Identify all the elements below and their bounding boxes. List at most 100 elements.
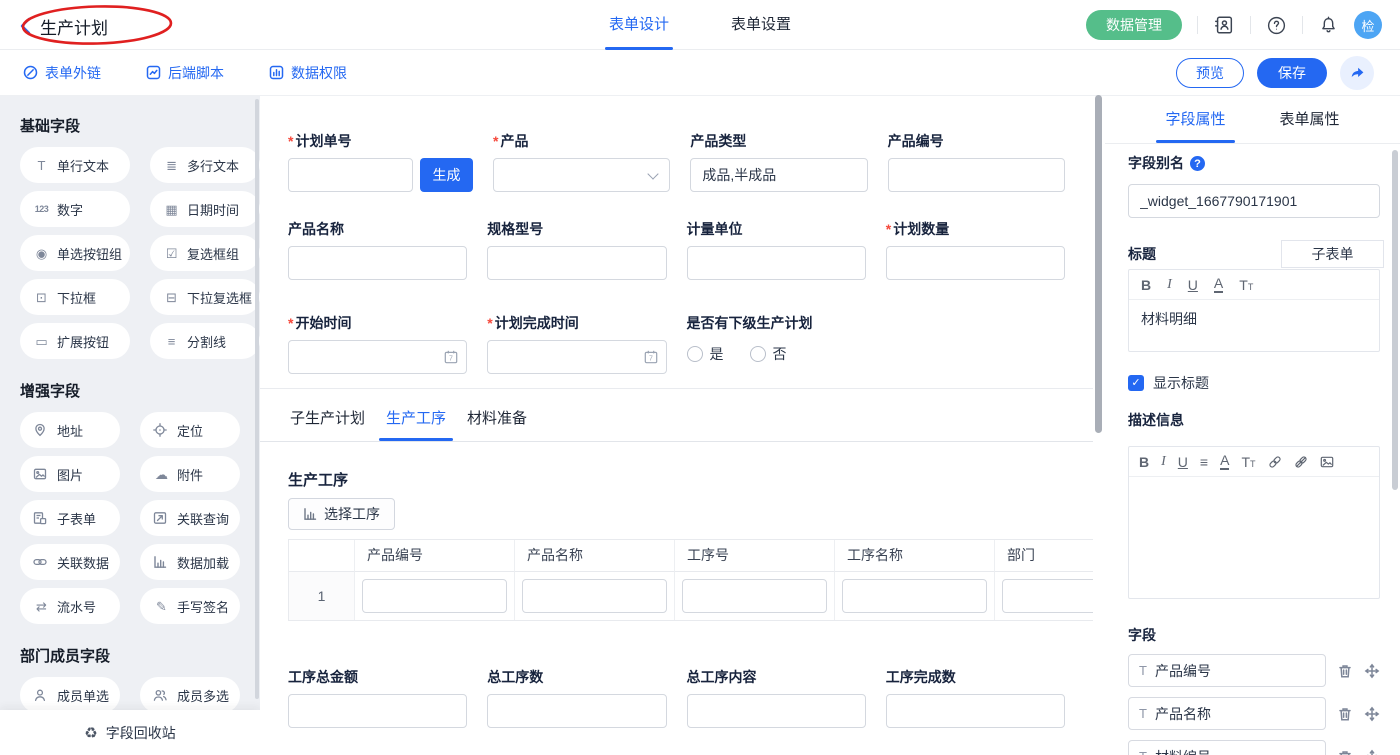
help-icon[interactable] — [1266, 15, 1287, 36]
external-link-button[interactable]: 表单外链 — [23, 63, 101, 83]
underline-button[interactable]: U — [1188, 278, 1198, 292]
data-manage-button[interactable]: 数据管理 — [1086, 10, 1182, 40]
field-type-attachment[interactable]: ☁附件 — [140, 456, 240, 492]
font-color-button[interactable]: A — [1220, 453, 1229, 470]
sidebar-scrollbar[interactable] — [255, 99, 259, 699]
total-process-content-input[interactable] — [687, 694, 866, 728]
field-total-process-content[interactable]: 总工序内容 — [687, 669, 866, 728]
address-book-icon[interactable] — [1213, 14, 1235, 36]
field-finish-time[interactable]: 计划完成时间 7 — [487, 315, 666, 374]
preview-button[interactable]: 预览 — [1176, 58, 1244, 88]
plan-qty-input[interactable] — [886, 246, 1065, 280]
radio-yes[interactable]: 是 — [687, 344, 724, 364]
field-type-image[interactable]: 图片 — [20, 456, 120, 492]
delete-field-icon[interactable] — [1337, 749, 1353, 755]
field-item-product-code[interactable]: T 产品编号 — [1128, 654, 1326, 687]
delete-field-icon[interactable] — [1337, 706, 1353, 722]
help-circle-icon[interactable]: ? — [1190, 156, 1205, 171]
description-editor-content[interactable] — [1129, 477, 1379, 598]
panel-scrollbar[interactable] — [1392, 150, 1398, 490]
process-total-amount-input[interactable] — [288, 694, 467, 728]
field-process-total-amount[interactable]: 工序总金额 — [288, 669, 467, 728]
field-type-linked-query[interactable]: 关联查询 — [140, 500, 240, 536]
field-type-number[interactable]: 123数字 — [20, 191, 130, 227]
unit-input[interactable] — [687, 246, 866, 280]
field-type-dropdown[interactable]: ⊡下拉框 — [20, 279, 130, 315]
product-name-input[interactable] — [288, 246, 467, 280]
move-field-icon[interactable] — [1364, 749, 1380, 755]
font-size-button[interactable]: T — [1241, 455, 1255, 469]
field-plan-no[interactable]: 计划单号 生成 — [288, 133, 473, 192]
tab-form-properties[interactable]: 表单属性 — [1280, 96, 1340, 143]
share-button[interactable] — [1340, 56, 1374, 90]
field-unit[interactable]: 计量单位 — [687, 221, 866, 280]
field-type-location[interactable]: 定位 — [140, 412, 240, 448]
table-input-product-code[interactable] — [362, 579, 507, 613]
field-spec-model[interactable]: 规格型号 — [487, 221, 666, 280]
title-editor[interactable]: B I U A T 材料明细 — [1128, 269, 1380, 352]
field-type-subform[interactable]: 子表单 — [20, 500, 120, 536]
finish-time-input[interactable] — [487, 340, 666, 374]
field-plan-qty[interactable]: 计划数量 — [886, 221, 1065, 280]
align-button[interactable]: ≡ — [1200, 455, 1208, 469]
field-type-checkbox-group[interactable]: ☑复选框组 — [150, 235, 260, 271]
field-type-multi-line-text[interactable]: ≣多行文本 — [150, 147, 260, 183]
product-select[interactable] — [493, 158, 670, 192]
product-code-input[interactable] — [888, 158, 1065, 192]
field-type-signature[interactable]: ✎手写签名 — [140, 588, 240, 624]
italic-button[interactable]: I — [1167, 278, 1172, 292]
spec-model-input[interactable] — [487, 246, 666, 280]
tab-field-properties[interactable]: 字段属性 — [1165, 96, 1225, 143]
radio-no[interactable]: 否 — [750, 344, 787, 364]
field-product[interactable]: 产品 — [493, 133, 670, 192]
field-type-multi-dropdown[interactable]: ⊟下拉复选框 — [150, 279, 260, 315]
font-size-button[interactable]: T — [1239, 278, 1253, 292]
field-product-code[interactable]: 产品编号 — [888, 133, 1065, 192]
tab-form-settings[interactable]: 表单设置 — [731, 0, 791, 50]
italic-button[interactable]: I — [1161, 455, 1166, 469]
field-has-sub-plan[interactable]: 是否有下级生产计划 是 否 — [687, 315, 1066, 374]
tab-material-preparation[interactable]: 材料准备 — [465, 405, 529, 441]
bold-button[interactable]: B — [1139, 455, 1149, 469]
field-process-completed-count[interactable]: 工序完成数 — [886, 669, 1065, 728]
user-avatar[interactable]: 检 — [1354, 11, 1382, 39]
field-type-serial-number[interactable]: ⇄流水号 — [20, 588, 120, 624]
backend-script-button[interactable]: 后端脚本 — [146, 63, 224, 83]
show-title-checkbox[interactable]: ✓ 显示标题 — [1128, 373, 1380, 393]
font-color-button[interactable]: A — [1214, 276, 1223, 293]
table-input-process-no[interactable] — [682, 579, 827, 613]
link-icon[interactable] — [1268, 455, 1282, 469]
save-button[interactable]: 保存 — [1257, 58, 1327, 88]
field-item-product-name[interactable]: T 产品名称 — [1128, 697, 1326, 730]
field-recycle-bin[interactable]: ♻ 字段回收站 — [0, 710, 260, 755]
field-type-linked-data[interactable]: 关联数据 — [20, 544, 120, 580]
table-input-department[interactable] — [1002, 579, 1093, 613]
field-type-datetime[interactable]: ▦日期时间 — [150, 191, 260, 227]
tab-sub-production-plan[interactable]: 子生产计划 — [288, 405, 367, 441]
insert-image-icon[interactable] — [1320, 455, 1334, 469]
field-alias-input[interactable] — [1128, 184, 1380, 218]
total-process-count-input[interactable] — [487, 694, 666, 728]
field-type-single-line-text[interactable]: T单行文本 — [20, 147, 130, 183]
field-product-type[interactable]: 产品类型 成品,半成品 — [690, 133, 867, 192]
unlink-icon[interactable] — [1294, 455, 1308, 469]
field-item-material-code[interactable]: T 材料编号 — [1128, 740, 1326, 755]
select-process-button[interactable]: 选择工序 — [288, 498, 395, 530]
field-type-data-loading[interactable]: 数据加载 — [140, 544, 240, 580]
form-design-canvas[interactable]: 计划单号 生成 产品 产品类型 成品,半成品 产品编号 产品名称 规格型号 — [260, 96, 1093, 755]
start-time-input[interactable] — [288, 340, 467, 374]
move-field-icon[interactable] — [1364, 706, 1380, 722]
field-product-name[interactable]: 产品名称 — [288, 221, 467, 280]
data-permission-button[interactable]: 数据权限 — [269, 63, 347, 83]
title-editor-content[interactable]: 材料明细 — [1129, 300, 1379, 351]
move-field-icon[interactable] — [1364, 663, 1380, 679]
bold-button[interactable]: B — [1141, 278, 1151, 292]
field-type-member-single[interactable]: 成员单选 — [20, 677, 120, 713]
field-total-process-count[interactable]: 总工序数 — [487, 669, 666, 728]
field-type-radio-group[interactable]: ◉单选按钮组 — [20, 235, 130, 271]
underline-button[interactable]: U — [1178, 455, 1188, 469]
plan-no-input[interactable] — [288, 158, 413, 192]
tab-production-process[interactable]: 生产工序 — [384, 405, 448, 441]
canvas-scrollbar[interactable] — [1095, 95, 1102, 433]
description-editor[interactable]: B I U ≡ A T — [1128, 446, 1380, 599]
